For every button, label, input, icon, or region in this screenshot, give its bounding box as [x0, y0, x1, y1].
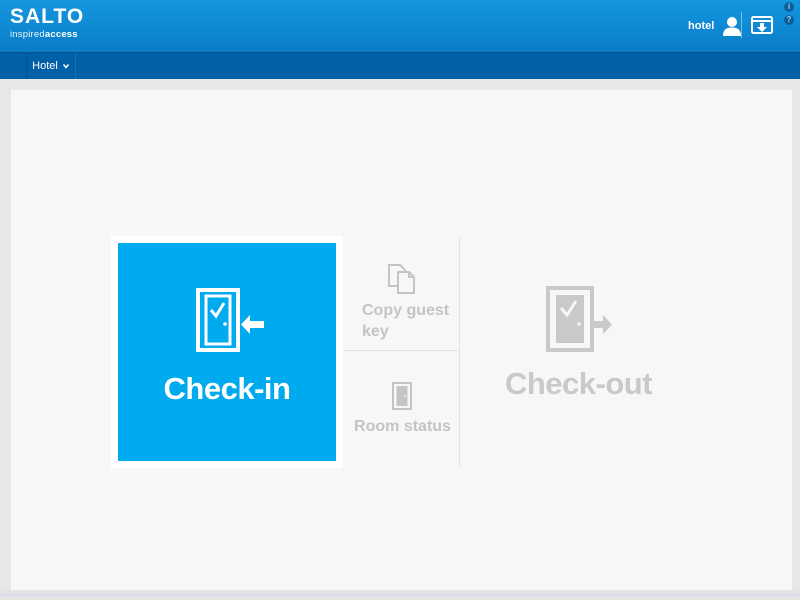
top-header: SALTO inspiredaccess hotel i ? [0, 0, 800, 52]
checkin-button[interactable]: Check-in [118, 243, 336, 461]
nav-item-label: Hotel [32, 60, 58, 72]
header-divider [741, 12, 742, 38]
copy-guest-key-button[interactable]: Copy guest key [344, 236, 459, 350]
nav-item-hotel[interactable]: Hotel [26, 53, 76, 79]
room-status-label: Room status [354, 418, 451, 435]
room-status-button[interactable]: Room status [344, 352, 459, 466]
checkin-tile-frame: Check-in [111, 236, 343, 468]
door-checkin-icon [196, 288, 264, 352]
logo-tagline: inspiredaccess [10, 29, 84, 40]
tile-divider-vertical [459, 236, 460, 468]
user-menu[interactable]: hotel [688, 15, 742, 37]
main-nav: Hotel [0, 52, 800, 79]
download-icon[interactable] [751, 14, 773, 36]
door-checkout-icon [546, 286, 612, 352]
logo-name: SALTO [10, 5, 85, 28]
copy-guest-key-label: Copy guest key [362, 302, 450, 340]
user-name: hotel [688, 20, 715, 32]
copy-documents-icon [388, 264, 415, 294]
bottom-scroll-line [0, 594, 800, 596]
checkout-label: Check-out [504, 366, 653, 401]
info-icon[interactable]: i [784, 2, 794, 12]
logo-tagline-bold: access [44, 29, 78, 40]
checkin-label: Check-in [163, 371, 291, 406]
chevron-down-icon [62, 64, 69, 69]
user-icon [723, 17, 742, 36]
salto-logo: SALTO inspiredaccess [10, 5, 85, 41]
door-small-icon [392, 382, 412, 410]
help-icon[interactable]: ? [784, 15, 794, 25]
tile-divider-horizontal [344, 350, 459, 351]
checkout-button[interactable]: Check-out [461, 236, 696, 468]
logo-tagline-light: inspired [10, 29, 45, 40]
